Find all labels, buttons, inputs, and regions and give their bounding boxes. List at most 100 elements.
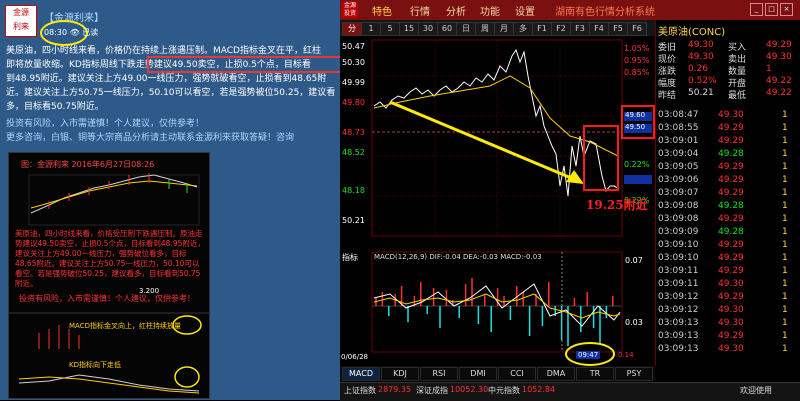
toolbar-button-6[interactable]: 日 xyxy=(456,22,476,36)
tick-volume: 1 xyxy=(782,240,788,250)
toolbar-button-10[interactable]: F1 xyxy=(532,22,552,36)
macd-note: MACD指标金叉向上，红柱持续放量 xyxy=(69,322,181,330)
toolbar-button-3[interactable]: 15 xyxy=(399,22,419,36)
toolbar-button-2[interactable]: 5 xyxy=(380,22,400,36)
tab-kdj[interactable]: KDJ xyxy=(381,367,419,381)
image-caption: 图：金源利来 2016年6月27日08:26 xyxy=(21,160,155,169)
tick-row: 03:09:08 49.29 1 xyxy=(658,214,798,226)
risk-disclaimer: 投资有风险，入市需谨慎！个人建议，仅供参考！ xyxy=(6,119,205,129)
tab-cci[interactable]: CCI xyxy=(498,367,536,381)
axis-price: 50.21 xyxy=(342,216,365,225)
toolbar-button-0[interactable]: 分 xyxy=(342,22,362,36)
minimize-icon[interactable]: _ xyxy=(750,3,763,16)
tick-price: 49.30 xyxy=(718,110,744,120)
tick-price: 49.29 xyxy=(718,292,744,302)
menu-settings[interactable]: 设置 xyxy=(515,3,535,18)
tick-time: 03:09:13 xyxy=(658,344,699,354)
quote-value: 49.30 xyxy=(766,52,792,62)
indicator-header: MACD(12,26,9) DIF:-0.04 DEA:-0.03 MACD:-… xyxy=(374,253,542,261)
tick-time: 03:09:06 xyxy=(658,175,699,185)
toolbar-button-8[interactable]: 月 xyxy=(494,22,514,36)
tick-price: 49.29 xyxy=(718,175,744,185)
tab-dma[interactable]: DMA xyxy=(537,367,575,381)
tick-row: 03:09:13 49.30 1 xyxy=(658,318,798,330)
toolbar-button-7[interactable]: 周 xyxy=(475,22,495,36)
tick-volume: 1 xyxy=(782,110,788,120)
tick-volume: 1 xyxy=(782,305,788,315)
tick-row: 03:09:11 49.29 1 xyxy=(658,266,798,278)
tick-time: 03:08:55 xyxy=(658,123,699,133)
quote-row: 涨跌 0.26 数量 1 xyxy=(658,64,798,77)
pct-label: 1.05% xyxy=(624,44,650,53)
tick-volume: 1 xyxy=(782,149,788,159)
price-box-a: 49.60 xyxy=(625,111,646,119)
toolbar-button-11[interactable]: F2 xyxy=(551,22,571,36)
tick-time: 03:09:13 xyxy=(658,331,699,341)
tick-volume: 1 xyxy=(782,279,788,289)
tab-tr[interactable]: TR xyxy=(576,367,614,381)
tick-row: 03:09:06 49.29 1 xyxy=(658,175,798,187)
toolbar-button-1[interactable]: 1 xyxy=(361,22,381,36)
tick-price: 49.29 xyxy=(718,162,744,172)
close-icon[interactable]: × xyxy=(780,3,793,16)
tick-time: 03:09:10 xyxy=(658,253,699,263)
trading-window: 金源 投资 特色 行情 分析 功能 设置 湖南有色行情分析系统 _ □ × 50… xyxy=(340,0,800,401)
tab-rsi[interactable]: RSI xyxy=(420,367,458,381)
menu-quotes[interactable]: 行情 xyxy=(410,3,430,18)
message-time: 08:30 👁 已读 xyxy=(44,28,99,37)
tick-time: 03:09:09 xyxy=(658,227,699,237)
toolbar-button-9[interactable]: 多 xyxy=(513,22,533,36)
tick-volume: 1 xyxy=(782,331,788,341)
tick-time: 03:09:07 xyxy=(658,188,699,198)
toolbar-button-4[interactable]: 30 xyxy=(418,22,438,36)
toolbar-button-13[interactable]: F4 xyxy=(589,22,609,36)
maximize-icon[interactable]: □ xyxy=(765,3,778,16)
quote-row: 幅度 0.52% 开盘 49.22 xyxy=(658,76,798,89)
author-logo: 金源 利来 xyxy=(5,5,37,37)
tick-volume: 1 xyxy=(782,214,788,224)
tick-time: 03:09:13 xyxy=(658,318,699,328)
tick-price: 49.30 xyxy=(718,344,744,354)
tick-row: 03:09:09 49.28 1 xyxy=(658,227,798,239)
advice-highlight-box xyxy=(147,56,343,73)
quote-value: 0.26 xyxy=(688,64,709,74)
crosshair-value: 0.14 xyxy=(618,351,634,359)
status-index-value: 10052.30 xyxy=(450,385,489,394)
tab-psy[interactable]: PSY xyxy=(615,367,653,381)
tick-volume: 1 xyxy=(782,227,788,237)
price-label: 48.73 xyxy=(342,128,365,137)
tab-macd[interactable]: MACD xyxy=(342,367,380,381)
tick-row: 03:09:04 49.28 1 xyxy=(658,149,798,161)
status-index-label: 上证指数 xyxy=(344,386,376,395)
menu-analysis[interactable]: 分析 xyxy=(446,3,466,18)
tick-volume: 1 xyxy=(782,318,788,328)
toolbar-button-14[interactable]: F5 xyxy=(608,22,628,36)
tick-time: 03:09:12 xyxy=(658,305,699,315)
price-box-b: 49.50 xyxy=(625,123,646,131)
toolbar-button-12[interactable]: F3 xyxy=(570,22,590,36)
menu-features[interactable]: 特色 xyxy=(372,3,392,18)
toolbar-button-15[interactable]: F6 xyxy=(627,22,647,36)
tick-row: 03:09:10 49.29 1 xyxy=(658,253,798,265)
quote-value: 49.29 xyxy=(766,40,792,50)
status-index-label: 中元指数 xyxy=(488,386,520,395)
macd-axis-label: 0.03 xyxy=(625,318,643,327)
tick-price: 49.29 xyxy=(718,123,744,133)
attached-chart-image[interactable]: 图：金源利来 2016年6月27日08:26 美原油，四小时线来看，价格受压制下… xyxy=(8,152,210,399)
eye-icon: 👁 xyxy=(69,28,80,37)
tick-price: 49.29 xyxy=(718,331,744,341)
tick-volume: 1 xyxy=(782,266,788,276)
quote-value: 49.22 xyxy=(766,88,792,98)
toolbar-button-5[interactable]: 60 xyxy=(437,22,457,36)
tick-row: 03:09:12 49.30 1 xyxy=(658,305,798,317)
tab-dmi[interactable]: DMI xyxy=(459,367,497,381)
tick-volume: 1 xyxy=(782,136,788,146)
quote-value: 50.21 xyxy=(688,88,714,98)
menu-functions[interactable]: 功能 xyxy=(480,3,500,18)
tick-price: 49.30 xyxy=(718,305,744,315)
tick-volume: 1 xyxy=(782,123,788,133)
app-title: 湖南有色行情分析系统 xyxy=(555,7,655,18)
status-index-value: 1052.84 xyxy=(522,385,556,394)
tick-volume: 1 xyxy=(782,344,788,354)
tick-price: 49.29 xyxy=(718,214,744,224)
